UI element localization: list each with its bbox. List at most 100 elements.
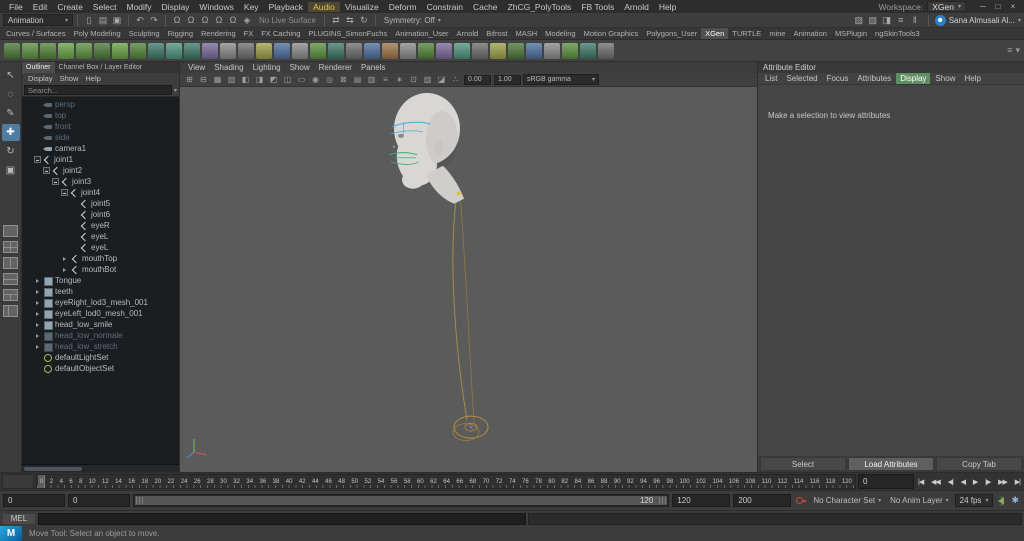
attribute-editor-menu-item[interactable]: Show — [931, 73, 959, 84]
viewport-toolbar-icon[interactable]: ◪ — [435, 75, 448, 84]
outliner-item[interactable]: camera1 — [22, 143, 179, 154]
scrollbar-thumb[interactable] — [24, 467, 82, 471]
animation-preferences-icon[interactable]: ✱ — [1009, 495, 1021, 506]
shelf-icon[interactable] — [472, 42, 488, 59]
shelf-icon[interactable] — [22, 42, 38, 59]
viewport-toolbar-icon[interactable]: ▤ — [351, 75, 364, 84]
shelf-icon[interactable] — [220, 42, 236, 59]
viewport-menu-item[interactable]: Lighting — [249, 63, 285, 72]
shelf-icon[interactable] — [400, 42, 416, 59]
expand-toggle[interactable] — [34, 288, 42, 296]
attribute-editor-button[interactable]: Load Attributes — [848, 457, 934, 471]
construction-history-icon[interactable]: ↻ — [357, 14, 371, 27]
menu-item[interactable]: Cache — [468, 2, 503, 12]
shelf-tab[interactable]: MASH — [512, 28, 542, 39]
viewport-toolbar-icon[interactable]: ≡ — [379, 75, 392, 84]
anim-layer-selector[interactable]: No Anim Layer ▾ — [887, 496, 951, 505]
menu-item[interactable]: Edit — [28, 2, 53, 12]
attribute-editor-menu-item[interactable]: Focus — [823, 73, 853, 84]
symmetry-selector[interactable]: Symmetry: Off ▾ — [380, 16, 445, 25]
shelf-icon[interactable] — [544, 42, 560, 59]
expand-toggle[interactable] — [52, 178, 59, 185]
outliner-menu-item[interactable]: Show — [57, 74, 82, 83]
viewport-toolbar-icon[interactable]: ⊞ — [183, 75, 196, 84]
viewport-toolbar-icon[interactable]: ◩ — [267, 75, 280, 84]
expand-toggle[interactable] — [34, 134, 42, 142]
outliner-item[interactable]: persp — [22, 99, 179, 110]
outliner-item[interactable]: joint2 — [22, 165, 179, 176]
outliner-h-scrollbar[interactable] — [22, 464, 179, 472]
viewport-toolbar-icon[interactable]: ▦ — [211, 75, 224, 84]
undo-icon[interactable]: ↶ — [133, 14, 147, 27]
panel-tab[interactable]: Channel Box / Layer Editor — [55, 62, 147, 73]
command-output[interactable] — [528, 512, 1022, 525]
outliner-item[interactable]: joint6 — [22, 209, 179, 220]
viewport-menu-item[interactable]: Show — [286, 63, 314, 72]
playback-start-field[interactable]: 0 — [68, 494, 130, 507]
expand-toggle[interactable] — [70, 244, 78, 252]
command-input[interactable] — [38, 512, 526, 525]
attribute-editor-menu-item[interactable]: Attributes — [853, 73, 895, 84]
step-forward-one-key-button[interactable]: ▶▶ — [998, 478, 1008, 486]
save-scene-icon[interactable]: ▣ — [110, 14, 124, 27]
playback-end-field[interactable]: 120 — [672, 494, 731, 507]
shelf-icon[interactable] — [580, 42, 596, 59]
user-avatar[interactable]: ☻ — [934, 14, 946, 26]
menu-item[interactable]: Select — [88, 2, 122, 12]
viewport-toolbar-icon[interactable]: ∗ — [393, 75, 406, 84]
render-settings-icon[interactable]: ≡ — [894, 14, 908, 27]
shelf-icon[interactable] — [256, 42, 272, 59]
menu-item[interactable]: Modify — [122, 2, 157, 12]
restore-button[interactable]: □ — [991, 1, 1005, 12]
shelf-icon[interactable] — [112, 42, 128, 59]
animation-end-field[interactable]: 200 — [733, 494, 792, 507]
expand-toggle[interactable] — [34, 332, 42, 340]
outliner-item[interactable]: top — [22, 110, 179, 121]
exposure-field[interactable]: 0.00 — [464, 74, 491, 85]
rig-curve[interactable] — [452, 193, 475, 423]
open-scene-icon[interactable]: ▤ — [96, 14, 110, 27]
workspace-selector[interactable]: XGen ▾ — [927, 1, 966, 12]
shelf-tab[interactable]: FX Caching — [257, 28, 304, 39]
expand-toggle[interactable] — [34, 343, 42, 351]
outliner-item[interactable]: mouthTop — [22, 253, 179, 264]
expand-toggle[interactable] — [34, 101, 42, 109]
minimize-button[interactable]: ─ — [976, 1, 990, 12]
expand-toggle[interactable] — [70, 211, 78, 219]
audio-toggle-icon[interactable] — [998, 495, 1005, 506]
current-frame-field[interactable]: 0 — [858, 474, 914, 489]
outliner-item[interactable]: front — [22, 121, 179, 132]
expand-toggle[interactable] — [34, 156, 41, 163]
outliner-item[interactable]: eyeL — [22, 242, 179, 253]
layout-two-pane-stacked-button[interactable] — [3, 273, 18, 285]
expand-toggle[interactable] — [34, 123, 42, 131]
viewport-toolbar-icon[interactable]: ▨ — [421, 75, 434, 84]
outliner-item[interactable]: mouthBot — [22, 264, 179, 275]
attribute-editor-menu-item[interactable]: Display — [896, 73, 931, 84]
shelf-tab[interactable]: Rigging — [164, 28, 197, 39]
menu-item[interactable]: ZhCG_PolyTools — [503, 2, 577, 12]
shelf-icon[interactable] — [562, 42, 578, 59]
shelf-tab[interactable]: Animation — [790, 28, 831, 39]
range-slider[interactable]: 120 — [133, 494, 670, 507]
menu-item[interactable]: Key — [239, 2, 264, 12]
go-to-playback-start-button[interactable]: |◀ — [918, 478, 924, 486]
shelf-tab[interactable]: Polygons_User — [642, 28, 701, 39]
fps-selector[interactable]: 24 fps ▾ — [954, 494, 994, 507]
outliner-item[interactable]: head_low_normale — [22, 330, 179, 341]
shelf-tab[interactable]: Arnold — [453, 28, 483, 39]
outliner-item[interactable]: eyeR — [22, 220, 179, 231]
shelf-tab[interactable]: PLUGINS_SimonFuchs — [304, 28, 391, 39]
go-to-playback-end-button[interactable]: ▶| — [1015, 478, 1021, 486]
viewport-menu-item[interactable]: Panels — [357, 63, 389, 72]
shelf-tab[interactable]: XGen — [701, 28, 729, 39]
scale-tool[interactable]: ▣ — [2, 162, 20, 179]
menu-item[interactable]: FB Tools — [576, 2, 619, 12]
joint-locator[interactable] — [457, 191, 461, 196]
expand-toggle[interactable] — [43, 167, 50, 174]
open-render-view-icon[interactable]: ▧ — [852, 14, 866, 27]
expand-toggle[interactable] — [34, 112, 42, 120]
shelf-icon[interactable] — [436, 42, 452, 59]
shelf-icon[interactable] — [130, 42, 146, 59]
shelf-tab[interactable]: Animation_User — [391, 28, 452, 39]
